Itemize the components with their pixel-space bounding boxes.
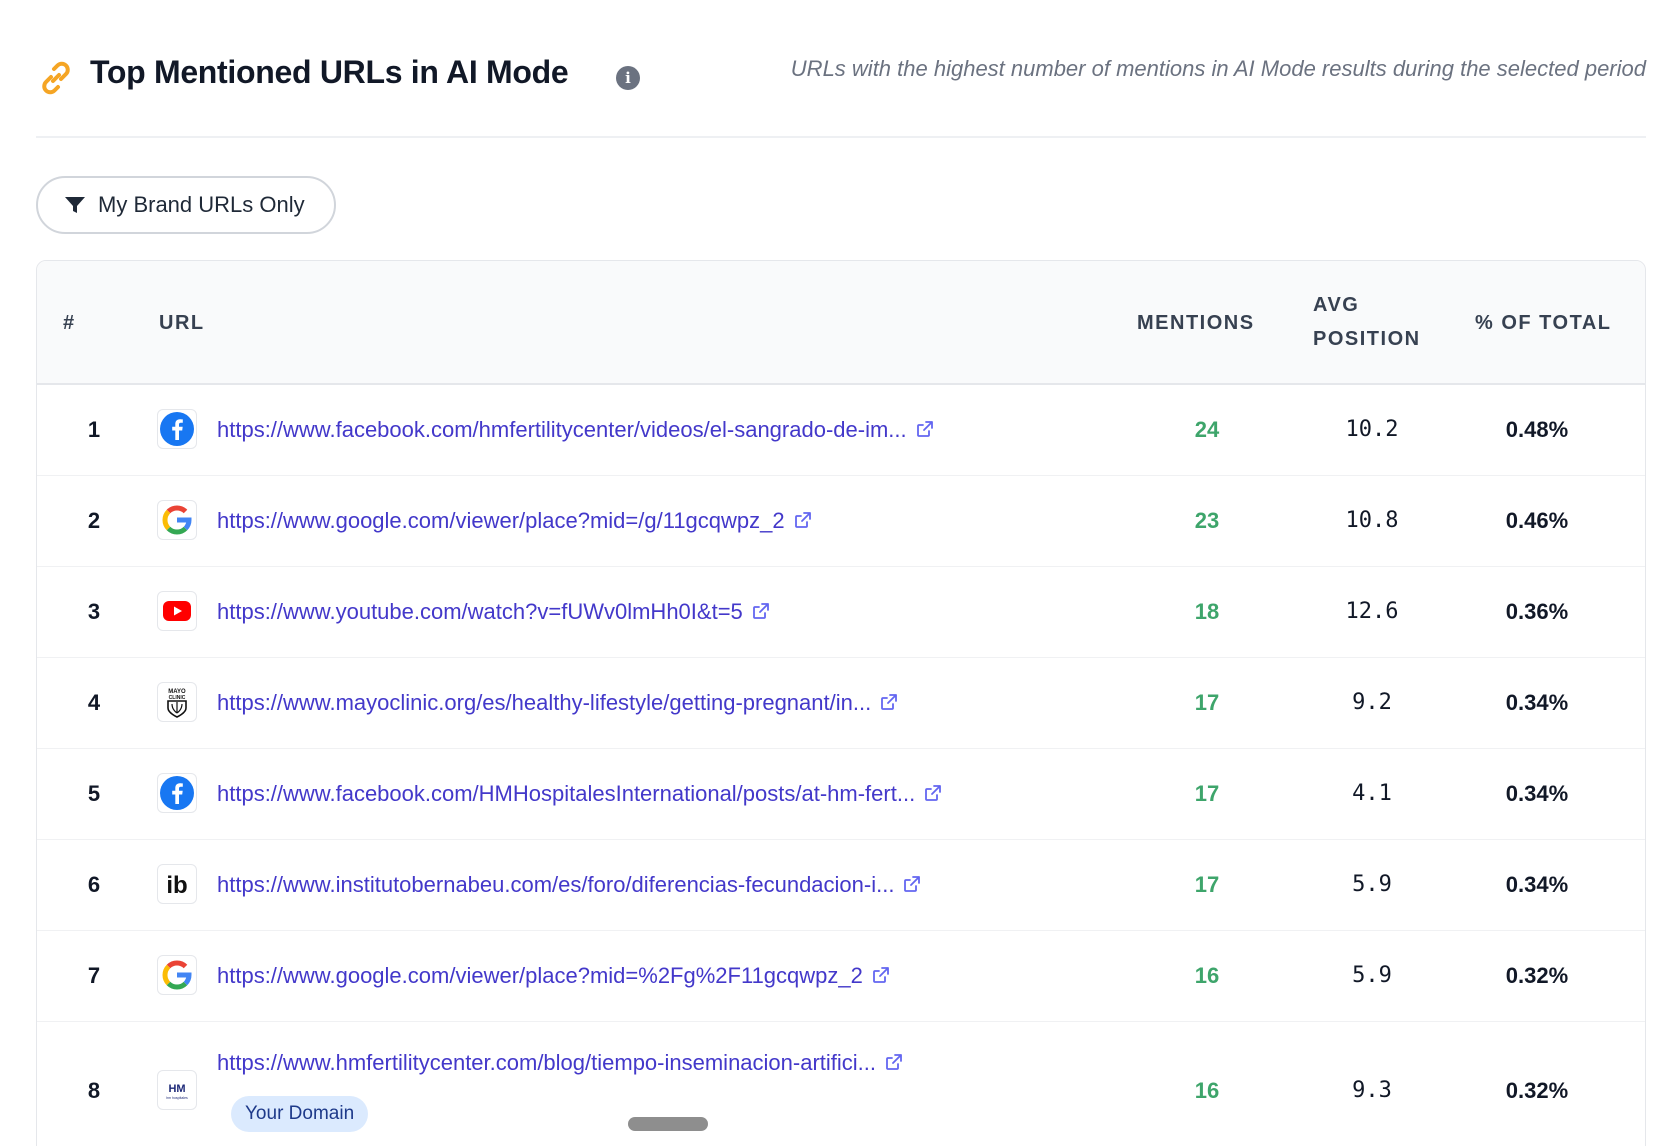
row-avg-position: 5.9 (1352, 872, 1392, 897)
svg-text:hm hospitales: hm hospitales (166, 1096, 188, 1100)
row-avg-position: 12.6 (1345, 599, 1399, 624)
url-text: https://www.facebook.com/hmfertilitycent… (217, 417, 907, 442)
external-link-icon[interactable] (879, 692, 899, 712)
table-row: 1 https://www.facebook.com/hmfertilityce… (37, 385, 1645, 476)
row-percent-of-total: 0.36% (1505, 599, 1569, 624)
column-header-url: URL (159, 312, 205, 334)
url-text: https://www.hmfertilitycenter.com/blog/t… (217, 1050, 877, 1075)
table-row: 8 HM hm hospitales https://www.hmfertili… (37, 1022, 1645, 1146)
funnel-icon (65, 197, 85, 213)
url-link[interactable]: https://www.facebook.com/HMHospitalesInt… (217, 781, 943, 807)
url-link[interactable]: https://www.google.com/viewer/place?mid=… (217, 963, 891, 989)
youtube-icon (157, 591, 197, 631)
section-header: Top Mentioned URLs in AI Mode i URLs wit… (36, 36, 1646, 138)
table-row: 3 https://www.youtube.com/watch?v=fUWv0l… (37, 567, 1645, 658)
row-mentions: 17 (1194, 872, 1220, 897)
url-text: https://www.institutobernabeu.com/es/for… (217, 872, 895, 897)
my-brand-urls-filter-button[interactable]: My Brand URLs Only (36, 176, 336, 234)
row-rank: 5 (87, 781, 101, 806)
row-mentions: 16 (1194, 963, 1220, 988)
row-rank: 8 (87, 1078, 101, 1103)
row-mentions: 24 (1194, 417, 1220, 442)
row-rank: 1 (87, 417, 101, 442)
row-percent-of-total: 0.46% (1505, 508, 1569, 533)
table-row: 4 MAYO CLINIC https://www.mayoclinic.org… (37, 658, 1645, 749)
section-subtitle: URLs with the highest number of mentions… (790, 56, 1646, 81)
row-mentions: 18 (1194, 599, 1220, 624)
instituto-bernabeu-icon: ib (157, 864, 197, 904)
row-rank: 2 (87, 508, 101, 533)
external-link-icon[interactable] (871, 965, 891, 985)
row-avg-position: 10.8 (1345, 508, 1399, 533)
svg-text:ib: ib (166, 872, 187, 899)
table-row: 6 ib https://www.institutobernabeu.com/e… (37, 840, 1645, 931)
row-mentions: 17 (1194, 690, 1220, 715)
external-link-icon[interactable] (751, 601, 771, 621)
external-link-icon[interactable] (902, 874, 922, 894)
external-link-icon[interactable] (923, 783, 943, 803)
google-icon (157, 500, 197, 540)
row-avg-position: 9.3 (1352, 1078, 1392, 1103)
row-percent-of-total: 0.32% (1505, 1078, 1569, 1103)
external-link-icon[interactable] (884, 1052, 904, 1072)
url-text: https://www.google.com/viewer/place?mid=… (217, 963, 863, 988)
table-header: # URL MENTIONS AVG POSITION % OF TOTAL (37, 261, 1645, 385)
row-avg-position: 5.9 (1352, 963, 1392, 988)
horizontal-scrollbar-thumb[interactable] (628, 1117, 708, 1131)
column-header-percent-of-total[interactable]: % OF TOTAL (1475, 306, 1611, 340)
url-link[interactable]: https://www.youtube.com/watch?v=fUWv0lmH… (217, 599, 771, 625)
google-icon (157, 955, 197, 995)
row-rank: 7 (87, 963, 101, 988)
row-mentions: 16 (1194, 1078, 1220, 1103)
hm-hospitales-icon: HM hm hospitales (157, 1070, 197, 1110)
external-link-icon[interactable] (793, 510, 813, 530)
your-domain-badge: Your Domain (231, 1096, 369, 1132)
row-avg-position: 10.2 (1345, 417, 1399, 442)
row-rank: 6 (87, 872, 101, 897)
row-percent-of-total: 0.32% (1505, 963, 1569, 988)
table-row: 2 https://www.google.com/viewer/place?mi… (37, 476, 1645, 567)
url-text: https://www.google.com/viewer/place?mid=… (217, 508, 785, 533)
row-percent-of-total: 0.34% (1505, 872, 1569, 897)
row-percent-of-total: 0.34% (1505, 690, 1569, 715)
url-link[interactable]: https://www.google.com/viewer/place?mid=… (217, 508, 813, 534)
column-header-rank: # (63, 312, 76, 334)
facebook-icon (157, 773, 197, 813)
row-mentions: 23 (1194, 508, 1220, 533)
mayo-clinic-icon: MAYO CLINIC (157, 682, 197, 722)
url-text: https://www.mayoclinic.org/es/healthy-li… (217, 690, 872, 715)
row-percent-of-total: 0.34% (1505, 781, 1569, 806)
row-percent-of-total: 0.48% (1505, 417, 1569, 442)
url-link[interactable]: https://www.institutobernabeu.com/es/for… (217, 872, 922, 898)
page-title: Top Mentioned URLs in AI Mode (90, 54, 569, 90)
url-link[interactable]: https://www.facebook.com/hmfertilitycent… (217, 417, 935, 443)
table-row: 7 https://www.google.com/viewer/place?mi… (37, 931, 1645, 1022)
external-link-icon[interactable] (915, 419, 935, 439)
filter-button-label: My Brand URLs Only (98, 192, 305, 217)
table-row: 5 https://www.facebook.com/HMHospitalesI… (37, 749, 1645, 840)
row-mentions: 17 (1194, 781, 1220, 806)
facebook-icon (157, 409, 197, 449)
url-text: https://www.youtube.com/watch?v=fUWv0lmH… (217, 599, 743, 624)
svg-text:CLINIC: CLINIC (169, 695, 186, 701)
url-link[interactable]: https://www.hmfertilitycenter.com/blog/t… (217, 1050, 904, 1076)
url-text: https://www.facebook.com/HMHospitalesInt… (217, 781, 916, 806)
row-avg-position: 4.1 (1352, 781, 1392, 806)
urls-table: # URL MENTIONS AVG POSITION % OF TOTAL 1… (36, 260, 1646, 1146)
url-link[interactable]: https://www.mayoclinic.org/es/healthy-li… (217, 690, 899, 716)
column-header-avg-position[interactable]: AVG POSITION (1313, 288, 1443, 356)
row-rank: 3 (87, 599, 101, 624)
link-icon (42, 61, 70, 95)
row-rank: 4 (87, 690, 101, 715)
svg-text:HM: HM (168, 1083, 185, 1095)
info-icon[interactable]: i (616, 66, 640, 90)
column-header-mentions[interactable]: MENTIONS (1137, 306, 1255, 340)
row-avg-position: 9.2 (1352, 690, 1392, 715)
